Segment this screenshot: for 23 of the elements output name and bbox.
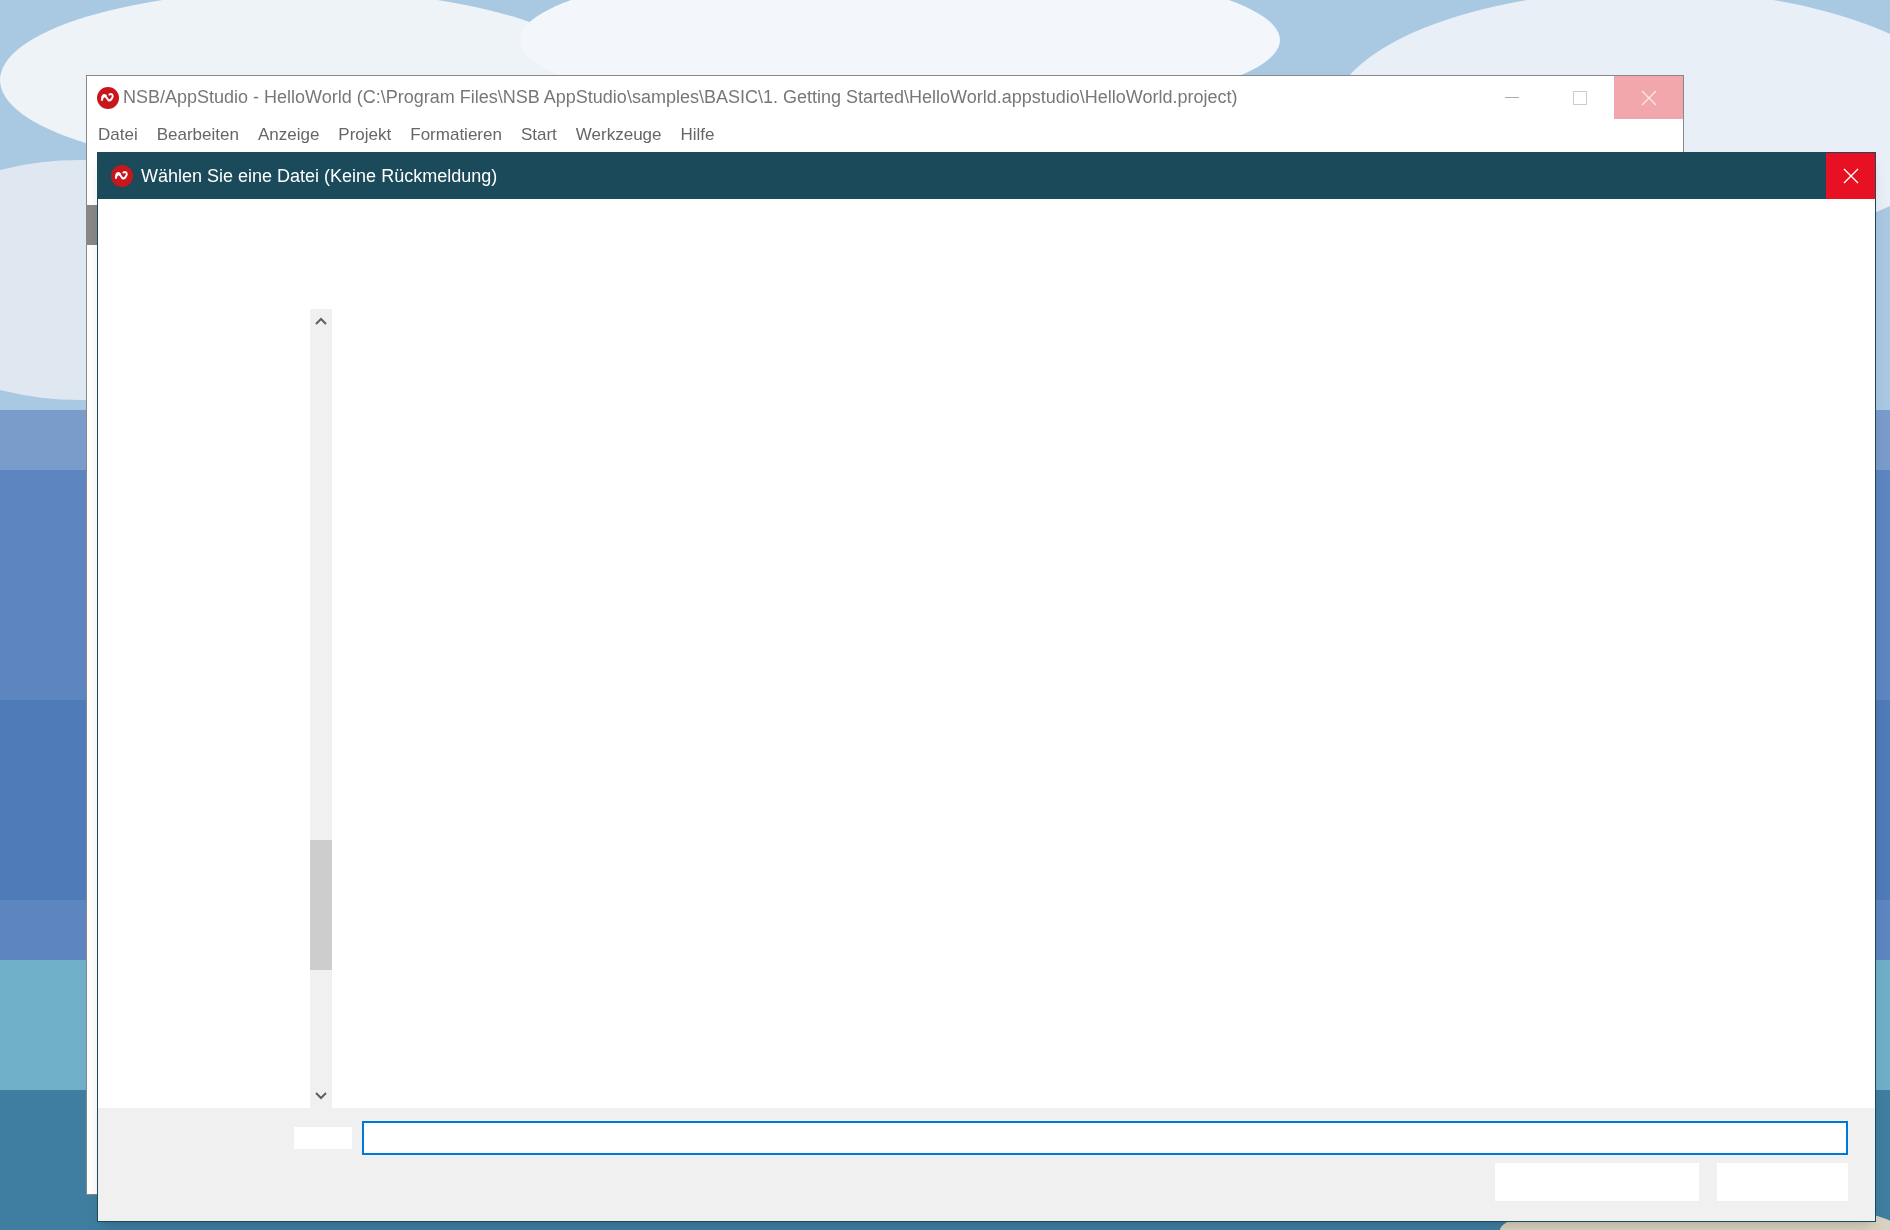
menu-item[interactable]: Projekt (338, 122, 392, 148)
scroll-up-icon[interactable] (315, 317, 327, 325)
menu-item[interactable]: Anzeige (257, 122, 320, 148)
scroll-down-icon[interactable] (315, 1092, 327, 1100)
menu-item[interactable]: Werkzeuge (575, 122, 662, 148)
close-icon (1842, 168, 1859, 184)
minimize-icon (1505, 96, 1519, 99)
menu-item[interactable]: Hilfe (680, 122, 715, 148)
file-name-field[interactable] (362, 1121, 1848, 1155)
menu-item[interactable]: Bearbeiten (156, 122, 239, 148)
menu-item[interactable]: Formatieren (410, 122, 502, 148)
window-title: NSB/AppStudio - HelloWorld (C:\Program Files\NSB AppStudio\samples\BASIC\1. Getting Started\HelloWorld.appstudio\HelloWorld.project) (123, 86, 1238, 109)
maximize-icon (1573, 90, 1587, 105)
scrollbar[interactable] (310, 309, 332, 1108)
dialog-title: Wählen Sie eine Datei (Keine Rückmeldung) (141, 164, 498, 188)
menu-item[interactable]: Datei (98, 122, 138, 148)
app-logo-icon (111, 165, 133, 187)
close-button[interactable] (1614, 76, 1683, 119)
app-logo-icon (97, 86, 119, 109)
close-icon (1640, 89, 1657, 106)
menu-item[interactable]: Start (520, 122, 557, 148)
close-button[interactable] (1826, 153, 1875, 199)
scroll-thumb[interactable] (310, 840, 332, 970)
